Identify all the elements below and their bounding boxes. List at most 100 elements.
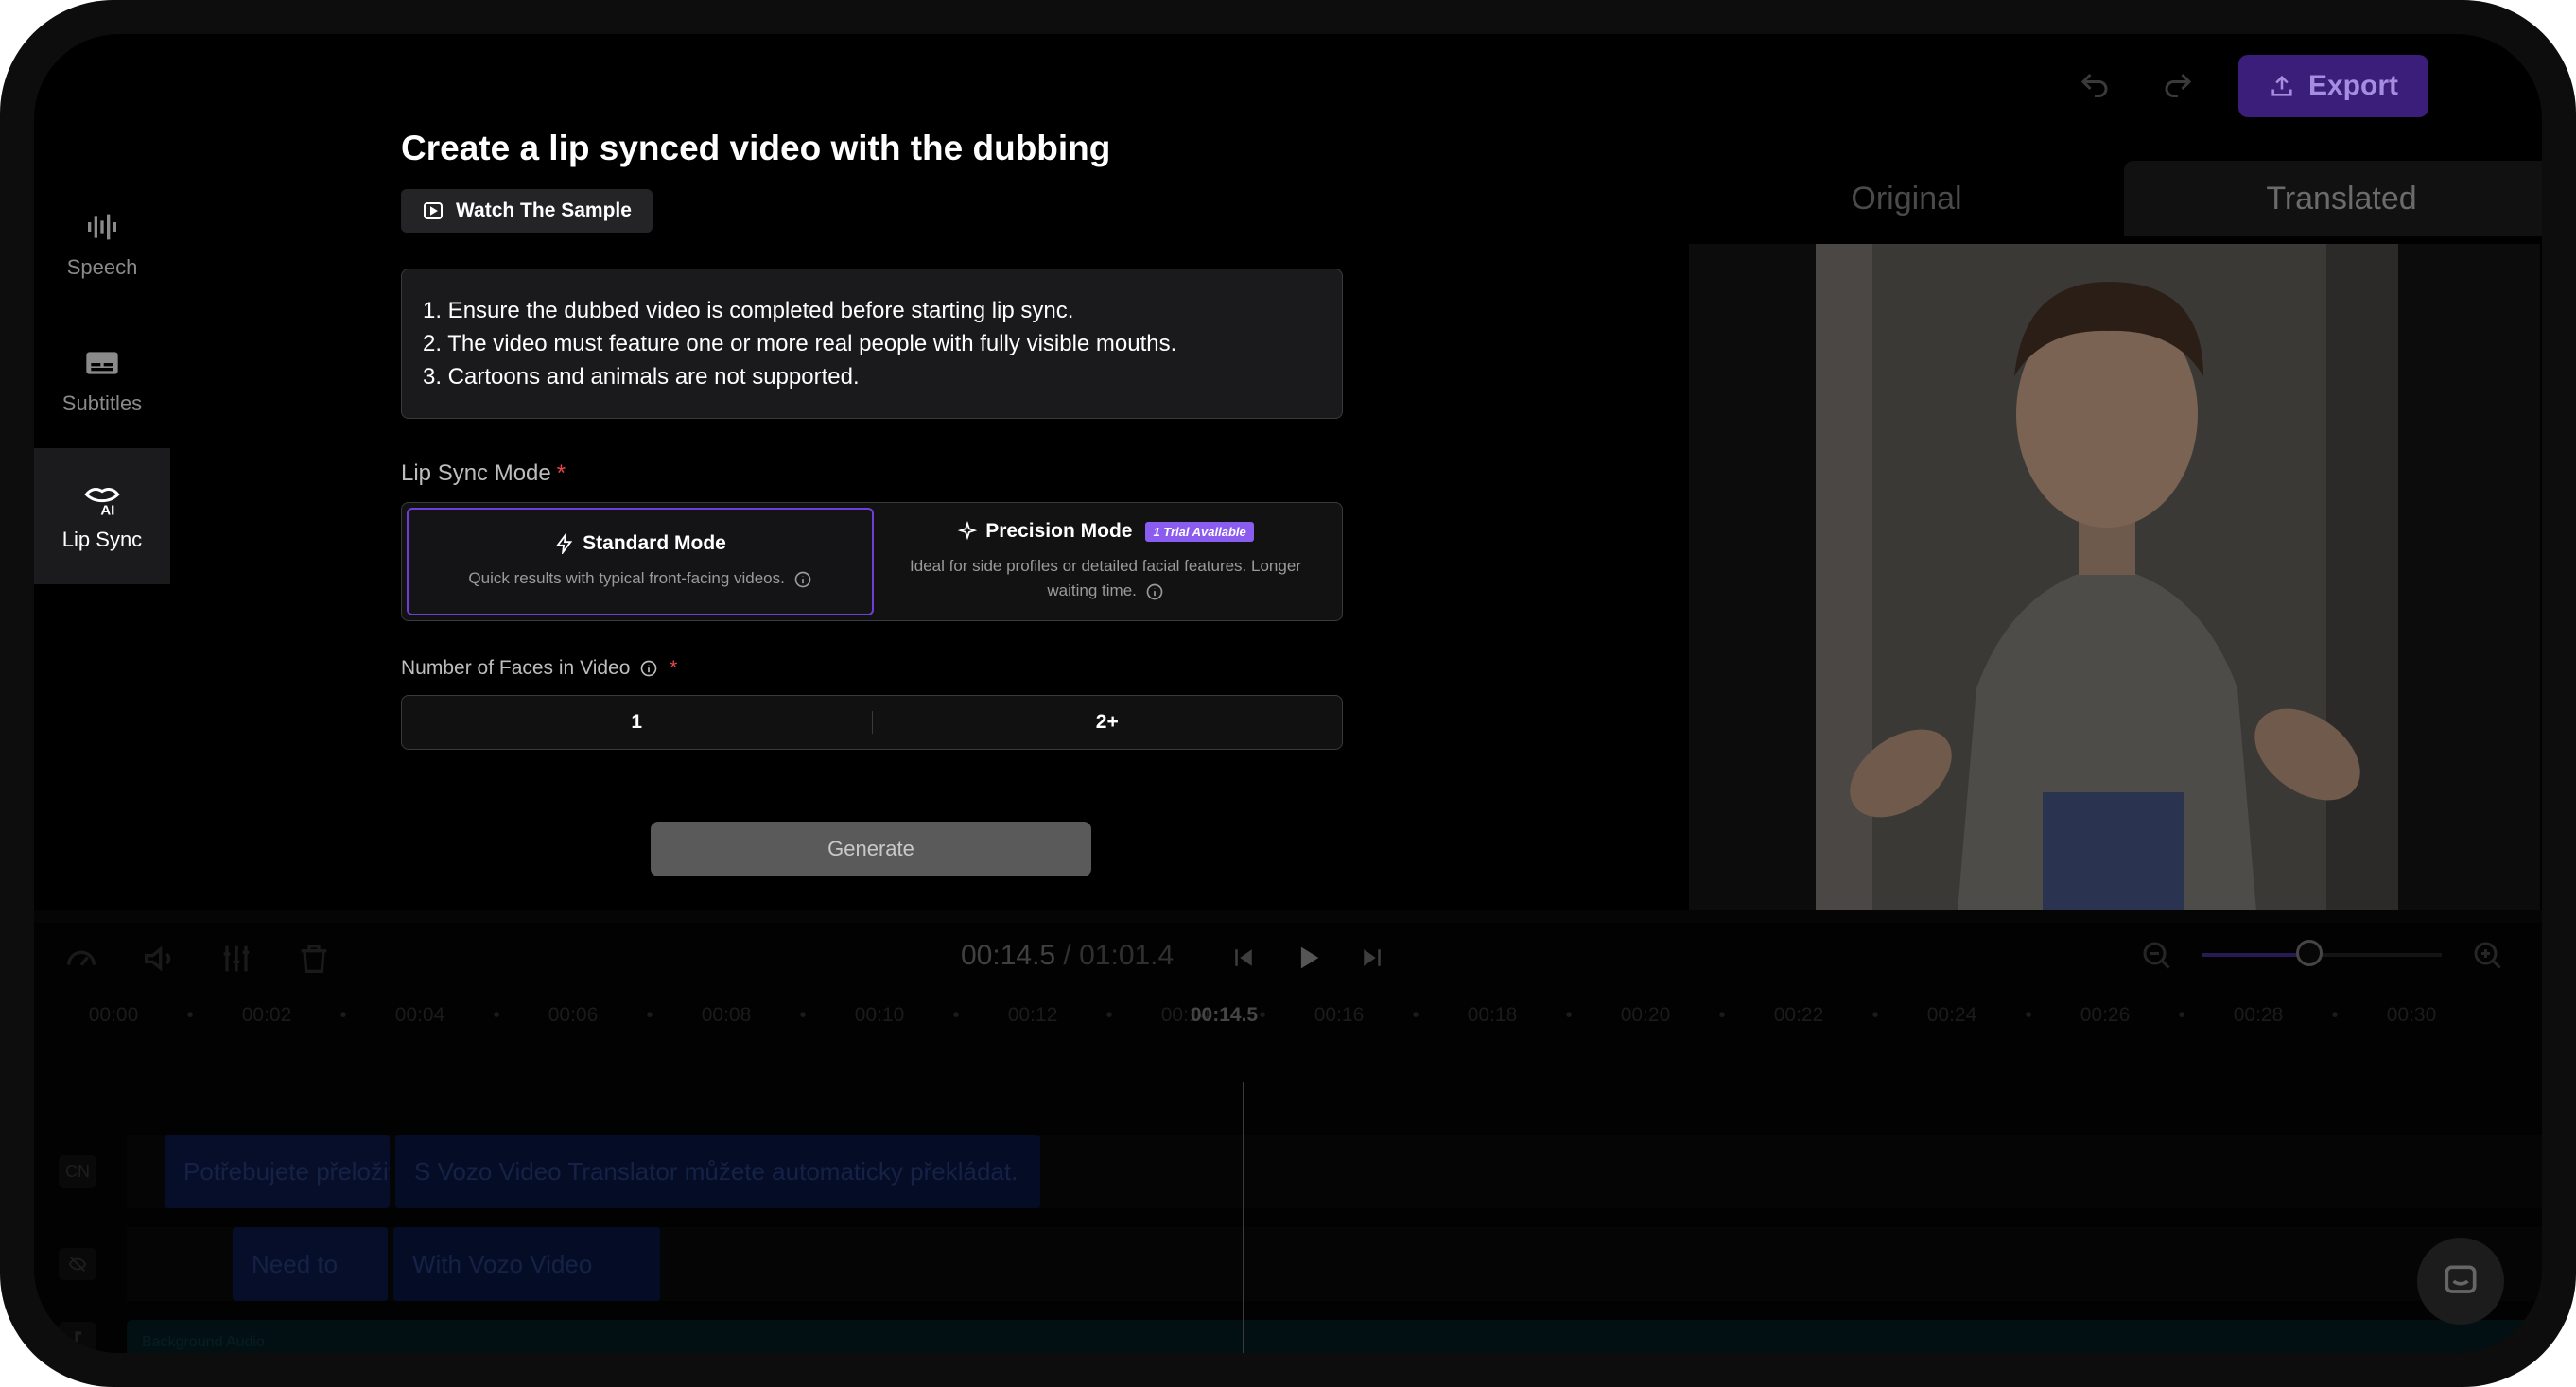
skip-forward-icon[interactable] bbox=[1358, 944, 1386, 972]
sidebar-item-label: Speech bbox=[66, 255, 138, 279]
ruler-dot: • bbox=[1718, 1004, 1726, 1026]
top-toolbar: Export bbox=[2072, 55, 2428, 117]
ruler-dot: • bbox=[646, 1004, 653, 1026]
panel-title: Create a lip synced video with the dubbi… bbox=[401, 129, 1111, 167]
preview-tabs: Original Translated bbox=[1689, 161, 2542, 236]
faces-label-text: Number of Faces in Video bbox=[401, 657, 631, 679]
zoom-in-icon[interactable] bbox=[2470, 938, 2504, 972]
video-preview[interactable] bbox=[1689, 244, 2540, 911]
background-audio-clip[interactable]: Background Audio bbox=[127, 1320, 2542, 1353]
ruler-dot: • bbox=[1565, 1004, 1573, 1026]
standard-mode-label: Standard Mode bbox=[583, 532, 726, 554]
ruler-tick: 00:16 bbox=[1314, 1004, 1365, 1026]
play-icon[interactable] bbox=[1292, 942, 1324, 974]
sparkle-icon bbox=[958, 521, 978, 541]
upload-icon bbox=[2271, 75, 2292, 96]
zoom-out-icon[interactable] bbox=[2139, 938, 2173, 972]
ruler-tick: 00:18 bbox=[1467, 1004, 1518, 1026]
ruler-dot: • bbox=[1412, 1004, 1419, 1026]
faces-option-2plus[interactable]: 2+ bbox=[871, 711, 1343, 734]
subtitle-clip[interactable]: Potřebujete přeložit bbox=[165, 1135, 390, 1208]
standard-mode-desc: Quick results with typical front-facing … bbox=[447, 566, 832, 591]
zoom-handle[interactable] bbox=[2296, 940, 2324, 966]
ruler-dot: • bbox=[2178, 1004, 2185, 1026]
ruler-dot: • bbox=[186, 1004, 194, 1026]
precision-mode-name: Precision Mode 1 Trial Available bbox=[957, 520, 1254, 543]
required-mark: * bbox=[556, 460, 566, 486]
faces-selector: 1 2+ bbox=[401, 695, 1343, 750]
watch-sample-button[interactable]: Watch The Sample bbox=[401, 189, 653, 233]
sidebar-item-subtitles[interactable]: Subtitles bbox=[34, 312, 170, 448]
generate-button[interactable]: Generate bbox=[651, 822, 1091, 876]
ruler-tick: 00:30 bbox=[2386, 1004, 2437, 1026]
trash-icon[interactable] bbox=[295, 940, 333, 978]
info-icon[interactable] bbox=[1145, 582, 1164, 601]
redo-icon[interactable] bbox=[2155, 63, 2201, 109]
track-label-hidden[interactable] bbox=[59, 1248, 96, 1280]
total-time: 01:01.4 bbox=[1079, 940, 1175, 971]
ruler-tick: 00:20 bbox=[1620, 1004, 1671, 1026]
timeline-controls: 00:14.5 / 01:01.4 bbox=[34, 932, 2542, 989]
ruler-dot: • bbox=[952, 1004, 960, 1026]
playhead-time-label: 00:14.5 bbox=[1190, 1004, 1259, 1026]
export-button[interactable]: Export bbox=[2237, 55, 2428, 117]
zoom-slider[interactable] bbox=[2202, 940, 2442, 966]
ruler-dot: • bbox=[2025, 1004, 2032, 1026]
precision-mode-desc-text: Ideal for side profiles or detailed faci… bbox=[910, 557, 1301, 599]
lip-sync-mode-label: Lip Sync Mode * bbox=[401, 460, 1347, 487]
chat-support-button[interactable] bbox=[2417, 1238, 2504, 1325]
watch-sample-label: Watch The Sample bbox=[456, 199, 632, 221]
speed-icon[interactable] bbox=[62, 940, 100, 978]
lightning-icon bbox=[555, 533, 573, 554]
lip-sync-panel: Create a lip synced video with the dubbi… bbox=[401, 129, 1347, 876]
track-background-audio: Background Audio bbox=[34, 1314, 2542, 1353]
subtitle-clip[interactable]: S Vozo Video Translator můžete automatic… bbox=[395, 1135, 1040, 1208]
time-ruler[interactable]: 00:00 • 00:02 • 00:04 • 00:06 • 00:08 • 00:10 • 00:1… bbox=[34, 1004, 2542, 1042]
video-frame bbox=[1816, 244, 2398, 911]
track-lane: Need to With Vozo Video bbox=[127, 1227, 2542, 1301]
playhead[interactable] bbox=[1243, 1082, 1244, 1353]
timeline-tools bbox=[62, 940, 333, 978]
standard-mode-option[interactable]: Standard Mode Quick results with typical… bbox=[407, 508, 874, 615]
precision-mode-option[interactable]: Precision Mode 1 Trial Available Ideal f… bbox=[874, 508, 1337, 615]
ruler-dot: • bbox=[2331, 1004, 2339, 1026]
trial-badge: 1 Trial Available bbox=[1145, 521, 1254, 542]
precision-mode-label: Precision Mode bbox=[985, 520, 1133, 542]
time-separator: / bbox=[1055, 940, 1080, 971]
tab-translated[interactable]: Translated bbox=[2124, 161, 2542, 236]
ruler-dot: • bbox=[493, 1004, 500, 1026]
export-label: Export bbox=[2307, 70, 2398, 101]
ruler-tick: 00:02 bbox=[241, 1004, 292, 1026]
ruler-dot: • bbox=[1105, 1004, 1113, 1026]
sidebar-item-label: Lip Sync bbox=[61, 528, 143, 551]
play-square-icon bbox=[424, 202, 443, 219]
device-frame: Export Speech Subtitles AI Lip Sync Crea… bbox=[0, 0, 2576, 1387]
ruler-tick: 00:04 bbox=[394, 1004, 445, 1026]
svg-text:AI: AI bbox=[100, 503, 114, 518]
tool-rail: Speech Subtitles AI Lip Sync bbox=[34, 176, 170, 584]
info-icon[interactable] bbox=[793, 570, 812, 589]
tab-original[interactable]: Original bbox=[1689, 161, 2124, 236]
mixer-icon[interactable] bbox=[218, 940, 255, 978]
volume-icon[interactable] bbox=[140, 940, 178, 978]
ruler-tick: 00:28 bbox=[2233, 1004, 2284, 1026]
subtitle-clip[interactable]: Need to bbox=[233, 1227, 388, 1301]
ruler-dot: • bbox=[1871, 1004, 1879, 1026]
note-line: 3. Cartoons and animals are not supporte… bbox=[423, 364, 860, 390]
lip-sync-mode-text: Lip Sync Mode bbox=[401, 460, 551, 486]
info-icon[interactable] bbox=[639, 659, 658, 678]
subtitle-clip[interactable]: With Vozo Video bbox=[393, 1227, 660, 1301]
ruler-tick: 00:12 bbox=[1007, 1004, 1058, 1026]
ruler-tick: 00:22 bbox=[1773, 1004, 1824, 1026]
zoom-control bbox=[2139, 938, 2504, 972]
waveform-icon bbox=[88, 214, 116, 240]
track-cn: CN Potřebujete přeložit S Vozo Video Tra… bbox=[34, 1135, 2542, 1208]
sidebar-item-speech[interactable]: Speech bbox=[34, 176, 170, 312]
standard-mode-desc-text: Quick results with typical front-facing … bbox=[468, 569, 785, 587]
ai-lips-icon: AI bbox=[84, 487, 120, 518]
skip-back-icon[interactable] bbox=[1229, 944, 1258, 972]
undo-icon[interactable] bbox=[2072, 63, 2117, 109]
faces-option-1[interactable]: 1 bbox=[402, 711, 872, 734]
note-line: 1. Ensure the dubbed video is completed … bbox=[423, 298, 1074, 323]
sidebar-item-lip-sync[interactable]: AI Lip Sync bbox=[34, 448, 170, 584]
